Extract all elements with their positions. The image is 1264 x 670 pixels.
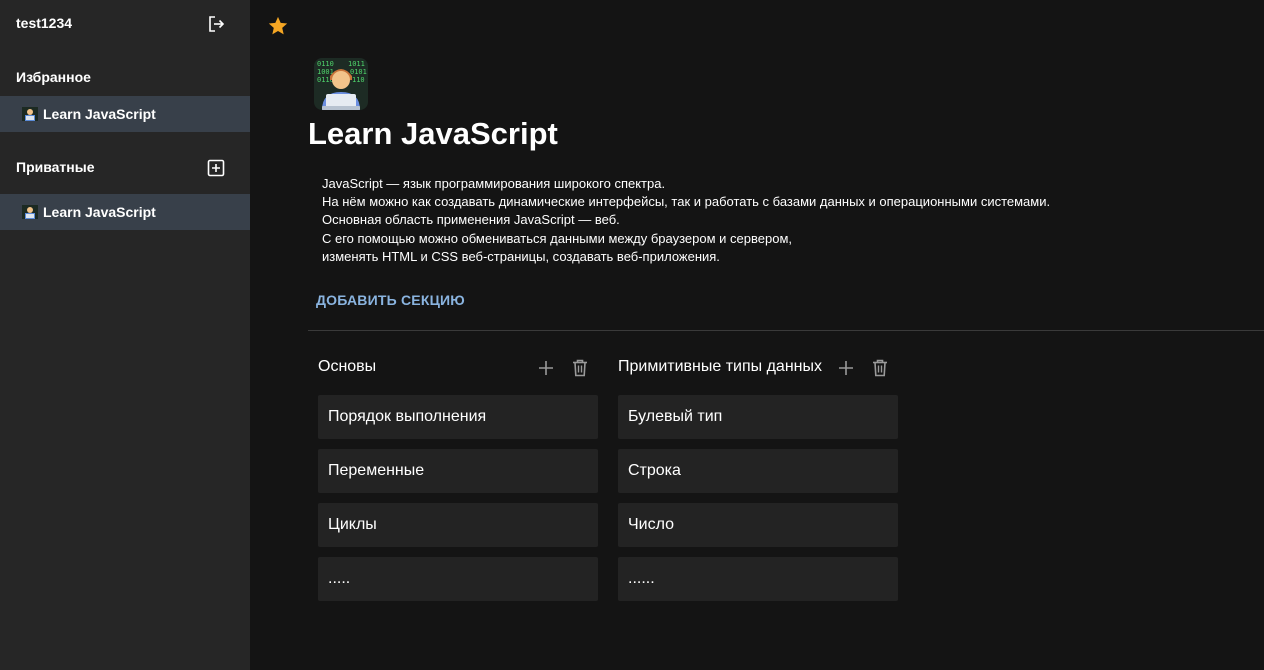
plus-icon[interactable] xyxy=(536,357,556,379)
technologist-emoji-icon xyxy=(22,107,38,121)
svg-text:0101: 0101 xyxy=(350,68,367,76)
add-box-icon[interactable] xyxy=(206,158,226,178)
description-line: изменять HTML и CSS веб-страницы, создав… xyxy=(322,248,720,264)
description-line: JavaScript — язык программирования широк… xyxy=(322,176,666,191)
card[interactable]: ..... xyxy=(318,557,598,601)
card[interactable]: Порядок выполнения xyxy=(318,395,598,439)
trash-icon[interactable] xyxy=(870,357,890,379)
section-title[interactable]: Основы xyxy=(318,356,530,378)
sidebar-item-label: Learn JavaScript xyxy=(43,106,156,122)
favorites-heading: Избранное xyxy=(16,69,91,85)
add-section-button[interactable]: ДОБАВИТЬ СЕКЦИЮ xyxy=(316,292,465,308)
page-description: JavaScript — язык программирования широк… xyxy=(322,175,1050,266)
card[interactable]: Булевый тип xyxy=(618,395,898,439)
card[interactable]: Число xyxy=(618,503,898,547)
plus-icon[interactable] xyxy=(836,357,856,379)
svg-text:110: 110 xyxy=(352,76,365,84)
username: test1234 xyxy=(16,15,73,31)
trash-icon[interactable] xyxy=(570,357,590,379)
svg-text:1011: 1011 xyxy=(348,60,365,68)
sidebar-item-label: Learn JavaScript xyxy=(43,204,156,220)
card[interactable]: Переменные xyxy=(318,449,598,493)
logout-icon[interactable] xyxy=(206,14,226,34)
sidebar-item-favorite-learn-javascript[interactable]: Learn JavaScript xyxy=(0,96,250,132)
divider xyxy=(308,330,1264,331)
technologist-emoji-icon[interactable]: 0110 1011 1001 0101 0110 110 xyxy=(312,56,370,112)
technologist-emoji-icon xyxy=(22,205,38,219)
private-heading: Приватные xyxy=(16,159,95,175)
card[interactable]: ...... xyxy=(618,557,898,601)
card[interactable]: Строка xyxy=(618,449,898,493)
sidebar: test1234 Избранное Learn JavaScript Прив… xyxy=(0,0,250,670)
page-title: Learn JavaScript xyxy=(308,116,558,151)
card[interactable]: Циклы xyxy=(318,503,598,547)
section-title[interactable]: Примитивные типы данных xyxy=(618,356,830,378)
sidebar-item-private-learn-javascript[interactable]: Learn JavaScript xyxy=(0,194,250,230)
star-icon[interactable] xyxy=(267,15,289,37)
svg-text:0110: 0110 xyxy=(317,60,334,68)
description-line: На нём можно как создавать динамические … xyxy=(322,194,1051,210)
description-line: С его помощью можно обмениваться данными… xyxy=(322,230,793,246)
description-line: Основная область применения JavaScript —… xyxy=(322,212,620,228)
